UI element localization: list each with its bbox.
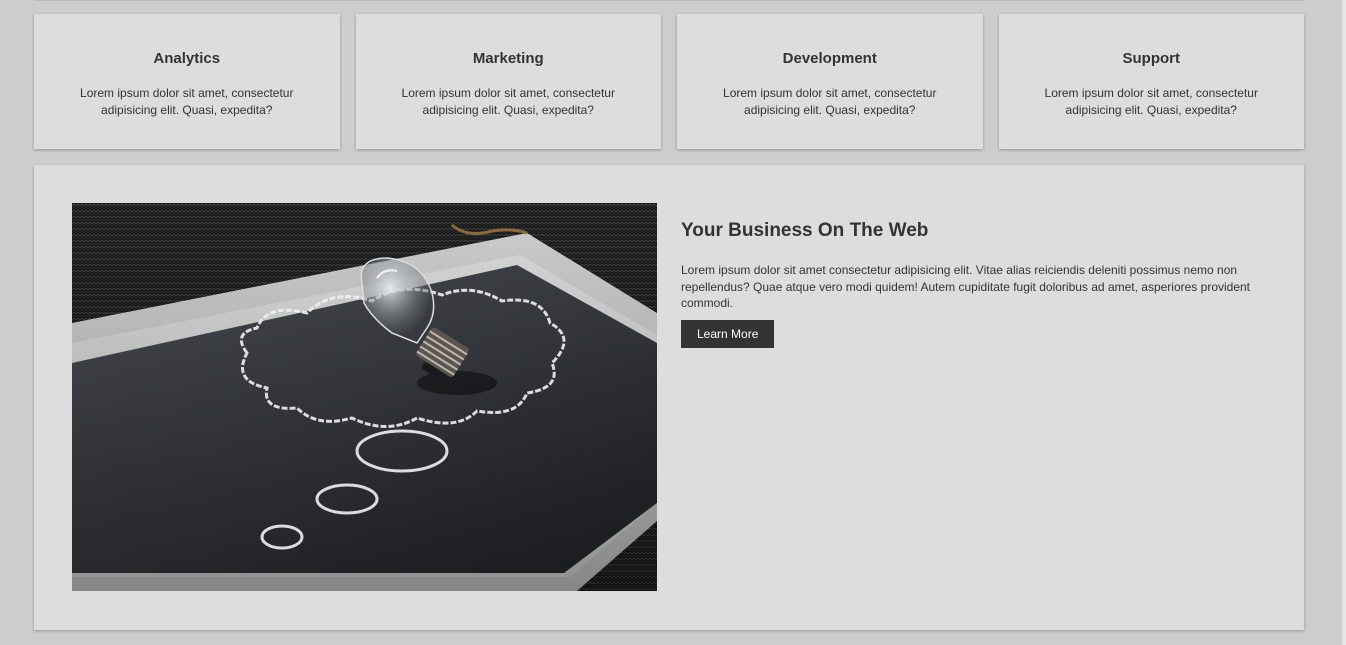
feature-content: Your Business On The Web Lorem ipsum dol… <box>681 220 1271 348</box>
service-title: Marketing <box>472 50 544 67</box>
service-text: Lorem ipsum dolor sit amet, consectetur … <box>80 86 294 117</box>
page: Analytics Lorem ipsum dolor sit amet, co… <box>0 0 1346 645</box>
service-text: Lorem ipsum dolor sit amet, consectetur … <box>401 86 615 117</box>
learn-more-button[interactable]: Learn More <box>681 319 775 348</box>
service-card-support: Support Lorem ipsum dolor sit amet, cons… <box>998 14 1304 149</box>
service-title: Analytics <box>153 50 221 67</box>
feature-title: Your Business On The Web <box>681 220 929 241</box>
feature-section: Your Business On The Web Lorem ipsum dol… <box>34 165 1304 630</box>
scrollbar-thumb[interactable] <box>1342 0 1346 645</box>
scrollbar-track[interactable] <box>1314 0 1346 645</box>
services-row: Analytics Lorem ipsum dolor sit amet, co… <box>34 14 1304 149</box>
section-top-edge <box>34 0 1304 1</box>
feature-description: Lorem ipsum dolor sit amet consectetur a… <box>681 263 1251 310</box>
service-text: Lorem ipsum dolor sit amet, consectetur … <box>723 86 937 117</box>
service-card-marketing: Marketing Lorem ipsum dolor sit amet, co… <box>355 14 661 149</box>
service-card-analytics: Analytics Lorem ipsum dolor sit amet, co… <box>34 14 340 149</box>
service-title: Support <box>1122 50 1181 67</box>
service-title: Development <box>782 50 877 67</box>
service-text: Lorem ipsum dolor sit amet, consectetur … <box>1044 86 1258 117</box>
lightbulb-chalkboard-image <box>72 203 657 591</box>
service-card-development: Development Lorem ipsum dolor sit amet, … <box>677 14 983 149</box>
